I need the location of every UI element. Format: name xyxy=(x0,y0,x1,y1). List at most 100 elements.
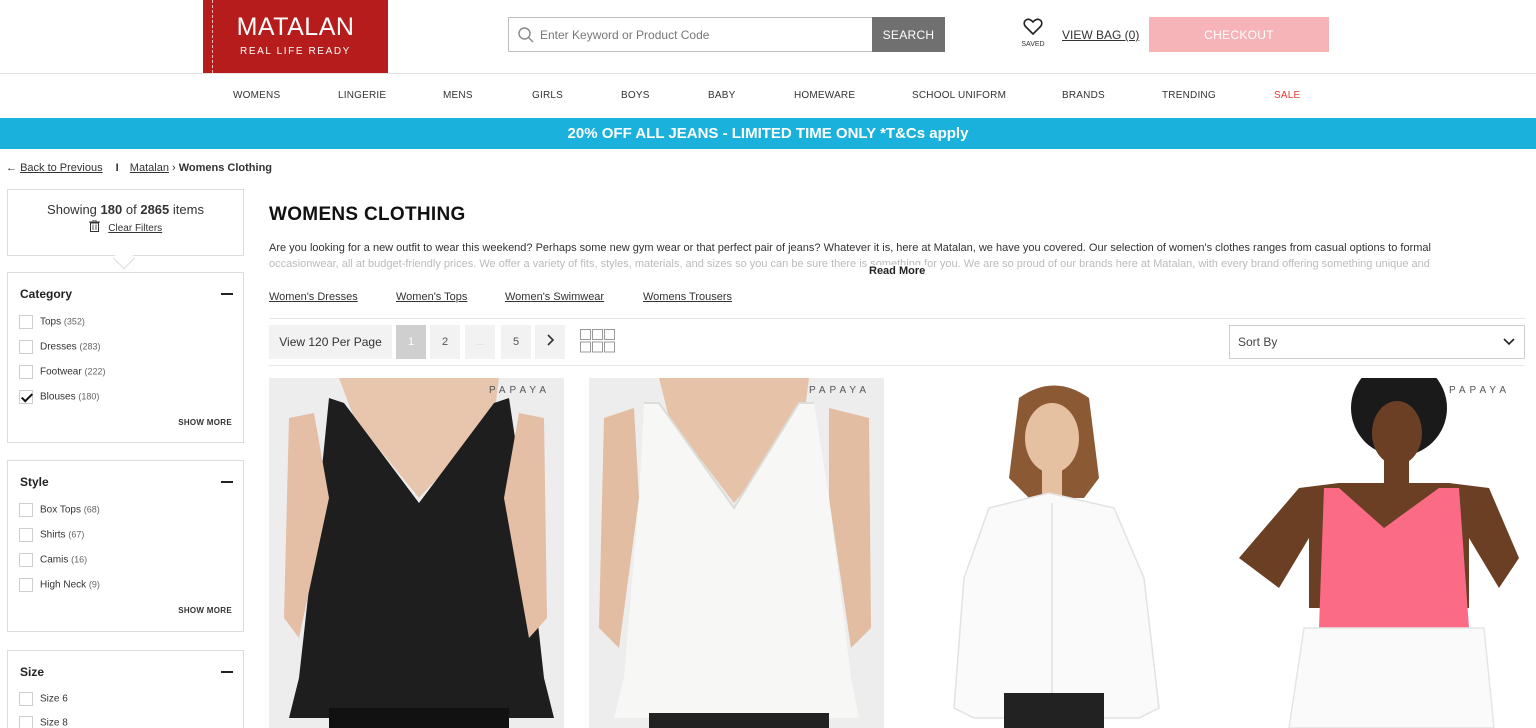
filter-style: Style Box Tops (68) Shirts (67) Camis (1… xyxy=(7,460,244,632)
link-womens-dresses[interactable]: Women's Dresses xyxy=(269,291,358,303)
filter-option-blouses[interactable]: Blouses (180) xyxy=(19,390,99,404)
nav-item-boys[interactable]: BOYS xyxy=(621,90,650,101)
back-link[interactable]: Back to Previous xyxy=(20,162,103,174)
heart-icon xyxy=(1023,18,1043,36)
checkbox[interactable] xyxy=(19,692,33,706)
collapse-minus-icon[interactable] xyxy=(221,481,233,483)
view-bag-link[interactable]: VIEW BAG (0) xyxy=(1062,28,1139,42)
breadcrumb-current: Womens Clothing xyxy=(178,162,273,174)
option-count: (68) xyxy=(83,504,100,515)
option-count: (222) xyxy=(84,366,106,377)
nav-item-homeware[interactable]: HOMEWARE xyxy=(794,90,855,101)
product-image-black-cami[interactable] xyxy=(269,378,564,728)
checkbox[interactable] xyxy=(19,553,33,567)
page-5-button[interactable]: 5 xyxy=(501,325,531,359)
saved-items-button[interactable]: SAVED xyxy=(1014,18,1052,48)
product-image-pink-cami[interactable] xyxy=(1229,378,1524,728)
product-card[interactable]: PAPAYA xyxy=(1229,378,1524,728)
of-label: of xyxy=(125,202,137,217)
clear-filters-link[interactable]: Clear Filters xyxy=(108,223,162,234)
next-page-button[interactable] xyxy=(535,325,565,359)
divider xyxy=(269,365,1525,366)
per-page-toggle[interactable]: View 120 Per Page xyxy=(269,325,392,359)
filter-size: Size Size 6 Size 8 xyxy=(7,650,244,728)
site-header: MATALAN REAL LIFE READY SEARCH SAVED VIE… xyxy=(0,0,1536,74)
checkbox[interactable] xyxy=(19,340,33,354)
nav-item-baby[interactable]: BABY xyxy=(708,90,735,101)
filter-style-title: Style xyxy=(20,475,49,489)
product-image-white-cami[interactable] xyxy=(589,378,884,728)
filter-option-high-neck[interactable]: High Neck (9) xyxy=(19,578,100,592)
filter-option-dresses[interactable]: Dresses (283) xyxy=(19,340,100,354)
showing-label: Showing xyxy=(47,202,97,217)
product-card[interactable]: PAPAYA xyxy=(589,378,884,728)
checkout-button[interactable]: CHECKOUT xyxy=(1149,17,1329,52)
product-image-white-shirt[interactable] xyxy=(909,378,1204,728)
filter-option-size-8[interactable]: Size 8 xyxy=(19,716,68,728)
brand-tag: PAPAYA xyxy=(1448,385,1510,396)
page-1-button[interactable]: 1 xyxy=(396,325,426,359)
link-womens-swimwear[interactable]: Women's Swimwear xyxy=(505,291,604,303)
total-count: 2865 xyxy=(140,202,170,217)
nav-item-womens[interactable]: WOMENS xyxy=(233,90,280,101)
filter-option-footwear[interactable]: Footwear (222) xyxy=(19,365,105,379)
checkbox[interactable] xyxy=(19,365,33,379)
sort-by-select[interactable]: Sort By xyxy=(1229,325,1525,359)
collapse-minus-icon[interactable] xyxy=(221,293,233,295)
nav-item-mens[interactable]: MENS xyxy=(443,90,473,101)
option-label: Size 8 xyxy=(40,717,68,728)
saved-label: SAVED xyxy=(1021,41,1045,48)
checkbox[interactable] xyxy=(19,716,33,728)
option-count: (180) xyxy=(78,391,100,402)
option-count: (9) xyxy=(88,579,100,590)
logo-brand: MATALAN xyxy=(236,13,355,41)
checkbox[interactable] xyxy=(19,528,33,542)
trash-icon[interactable] xyxy=(88,219,100,232)
product-card[interactable]: PAPAYA xyxy=(269,378,564,728)
option-label: Camis xyxy=(40,554,69,566)
filter-option-shirts[interactable]: Shirts (67) xyxy=(19,528,84,542)
filter-option-camis[interactable]: Camis (16) xyxy=(19,553,87,567)
nav-item-lingerie[interactable]: LINGERIE xyxy=(338,90,386,101)
option-count: (283) xyxy=(79,341,101,352)
breadcrumb: ← Back to Previous I Matalan › Womens Cl… xyxy=(6,162,272,174)
back-arrow-icon[interactable]: ← xyxy=(6,162,17,174)
nav-item-trending[interactable]: TRENDING xyxy=(1162,90,1216,101)
checkbox-checked[interactable] xyxy=(19,390,33,404)
nav-item-girls[interactable]: GIRLS xyxy=(532,90,563,101)
promo-banner[interactable]: 20% OFF ALL JEANS - LIMITED TIME ONLY *T… xyxy=(0,118,1536,149)
show-more-button[interactable]: SHOW MORE xyxy=(178,418,232,427)
search-button[interactable]: SEARCH xyxy=(872,17,945,52)
page-2-button[interactable]: 2 xyxy=(430,325,460,359)
matalan-logo[interactable]: MATALAN REAL LIFE READY xyxy=(203,0,388,73)
divider xyxy=(269,318,1525,319)
filter-option-box-tops[interactable]: Box Tops (68) xyxy=(19,503,100,517)
search-bar: SEARCH xyxy=(508,17,945,52)
link-womens-tops[interactable]: Women's Tops xyxy=(396,291,467,303)
filter-option-tops[interactable]: Tops (352) xyxy=(19,315,85,329)
logo-tagline: REAL LIFE READY xyxy=(240,46,351,57)
results-summary: Showing 180 of 2865 items Clear Filters xyxy=(7,189,244,256)
product-card[interactable] xyxy=(909,378,1204,728)
filter-option-size-6[interactable]: Size 6 xyxy=(19,692,68,706)
show-more-button[interactable]: SHOW MORE xyxy=(178,606,232,615)
grid-view-icon[interactable] xyxy=(580,329,616,353)
breadcrumb-home[interactable]: Matalan xyxy=(130,162,169,174)
option-count: (352) xyxy=(63,316,85,327)
checkbox[interactable] xyxy=(19,578,33,592)
checkbox[interactable] xyxy=(19,315,33,329)
checkbox[interactable] xyxy=(19,503,33,517)
search-input[interactable] xyxy=(540,18,870,51)
collapse-minus-icon[interactable] xyxy=(221,671,233,673)
option-label: Shirts xyxy=(40,529,66,541)
filter-category: Category Tops (352) Dresses (283) Footwe… xyxy=(7,272,244,443)
nav-item-school-uniform[interactable]: SCHOOL UNIFORM xyxy=(912,90,1006,101)
option-label: Tops xyxy=(40,316,62,328)
chevron-right-icon: › xyxy=(172,162,179,174)
pagination-ellipsis: ... xyxy=(465,325,495,359)
nav-item-brands[interactable]: BRANDS xyxy=(1062,90,1105,101)
read-more-button[interactable]: Read More xyxy=(867,265,928,277)
shown-count: 180 xyxy=(100,202,123,217)
nav-item-sale[interactable]: SALE xyxy=(1274,90,1300,101)
link-womens-trousers[interactable]: Womens Trousers xyxy=(643,291,732,303)
